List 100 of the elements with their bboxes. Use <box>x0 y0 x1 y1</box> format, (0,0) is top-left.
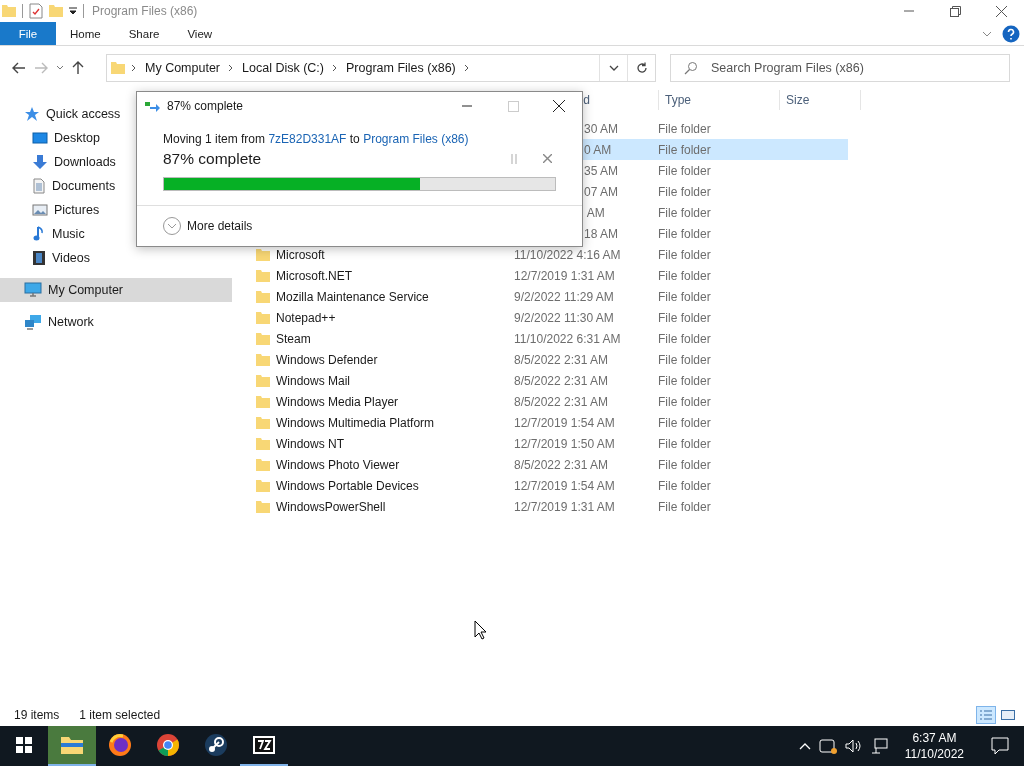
minimize-icon <box>462 105 472 107</box>
maximize-icon <box>507 100 519 112</box>
dropdown-icon[interactable] <box>69 7 77 15</box>
file-name: Windows Multimedia Platform <box>276 415 435 430</box>
file-row[interactable]: Microsoft.NET 12/7/2019 1:31 AM File folder <box>250 265 848 286</box>
folder-icon <box>256 353 270 366</box>
date-modified: 12/7/2019 1:54 AM <box>514 415 615 430</box>
file-type: File folder <box>658 310 711 325</box>
progress-label: 87% complete <box>163 150 262 168</box>
pause-icon <box>511 154 517 164</box>
source-link[interactable]: 7zE82D331AF <box>268 132 347 146</box>
help-icon[interactable] <box>1002 24 1020 43</box>
file-row[interactable]: Windows Multimedia Platform 12/7/2019 1:54 AM File folder <box>250 412 848 433</box>
folder-icon <box>60 735 84 755</box>
close-icon <box>543 154 552 163</box>
date-modified: 12/7/2019 1:54 AM <box>514 478 615 493</box>
file-row[interactable]: Notepad++ 9/2/2022 11:30 AM File folder <box>250 307 848 328</box>
file-name: Windows Mail <box>276 373 350 388</box>
expand-icon <box>163 217 181 235</box>
date-modified: AM <box>585 205 605 220</box>
move-message: Moving 1 item from 7zE82D331AF to Program Files (x86) <box>163 132 470 146</box>
network-icon[interactable] <box>870 738 889 754</box>
file-row[interactable]: WindowsPowerShell 12/7/2019 1:31 AM File folder <box>250 496 848 517</box>
file-type: File folder <box>658 142 711 157</box>
document-icon <box>32 178 46 194</box>
up-button[interactable] <box>70 59 86 77</box>
file-type: File folder <box>658 394 711 409</box>
volume-icon[interactable] <box>844 738 863 754</box>
file-row[interactable]: Microsoft 11/10/2022 4:16 AM File folder <box>250 244 848 265</box>
column-header[interactable]: Size <box>780 90 860 110</box>
folder-icon <box>256 500 270 513</box>
folder-icon <box>256 269 270 282</box>
file-type: File folder <box>658 289 711 304</box>
file-name: Windows Portable Devices <box>276 478 419 493</box>
cancel-button[interactable] <box>543 154 552 164</box>
file-type: File folder <box>658 499 711 514</box>
breadcrumb[interactable]: Local Disk (C:) <box>240 61 326 75</box>
file-name: Windows Defender <box>276 352 378 367</box>
file-type: File folder <box>658 352 711 367</box>
destination-link[interactable]: Program Files (x86) <box>363 132 469 146</box>
windows-icon <box>16 737 32 753</box>
move-icon <box>145 100 161 112</box>
back-arrow-icon <box>12 62 26 74</box>
file-row[interactable]: Windows NT 12/7/2019 1:50 AM File folder <box>250 433 848 454</box>
file-name: Microsoft <box>276 247 325 262</box>
file-row[interactable]: Windows Media Player 8/5/2022 2:31 AM File folder <box>250 391 848 412</box>
download-icon <box>32 154 48 170</box>
ribbon-tab[interactable]: Home <box>56 22 115 45</box>
pictures-icon <box>32 203 48 217</box>
browser-icon <box>108 733 132 757</box>
folder-icon <box>256 374 270 387</box>
nav-item[interactable]: Videos <box>0 246 232 270</box>
back-button[interactable] <box>10 60 28 76</box>
file-row[interactable]: Mozilla Maintenance Service 9/2/2022 11:29 AM File folder <box>250 286 848 307</box>
chevron-up-icon[interactable] <box>798 742 811 750</box>
file-type: File folder <box>658 247 711 262</box>
chevron-icon[interactable] <box>982 30 992 37</box>
breadcrumb[interactable]: My Computer <box>143 61 223 75</box>
refresh-icon <box>635 62 648 74</box>
ribbon-tab[interactable]: View <box>173 22 227 45</box>
date-modified: 35 AM <box>584 163 619 178</box>
folder-icon <box>111 62 125 74</box>
file-menu-button[interactable]: File <box>0 22 56 45</box>
file-name: Microsoft.NET <box>276 268 352 283</box>
chevron-icon <box>228 64 235 72</box>
music-note-icon <box>32 226 46 242</box>
search-field[interactable]: Search Program Files (x86) <box>670 54 1010 82</box>
clock[interactable]: 6:37 AM 11/10/2022 <box>896 730 972 762</box>
file-type: File folder <box>658 457 711 472</box>
column-header[interactable]: d <box>250 90 658 110</box>
file-row[interactable]: Windows Portable Devices 12/7/2019 1:54 AM File folder <box>250 475 848 496</box>
film-icon <box>32 250 46 266</box>
chevron-icon[interactable] <box>463 64 470 72</box>
folder-icon <box>256 437 270 450</box>
breadcrumb[interactable]: Program Files (x86) <box>344 61 458 75</box>
desktop-icon <box>32 131 48 145</box>
nav-item[interactable]: My Computer <box>0 278 232 302</box>
column-header[interactable]: Type <box>659 90 779 110</box>
nav-item[interactable]: Network <box>0 310 232 334</box>
file-row[interactable]: Steam 11/10/2022 6:31 AM File folder <box>250 328 848 349</box>
file-type: File folder <box>658 436 711 451</box>
file-row[interactable]: Windows Defender 8/5/2022 2:31 AM File folder <box>250 349 848 370</box>
file-name: Windows Media Player <box>276 394 399 409</box>
large-icons-view-icon <box>1001 709 1015 721</box>
ribbon-tab[interactable]: Share <box>114 22 174 45</box>
file-type: File folder <box>658 205 711 220</box>
file-type: File folder <box>658 331 711 346</box>
file-name: WindowsPowerShell <box>276 499 386 514</box>
date-modified: 8/5/2022 2:31 AM <box>514 457 609 472</box>
file-row[interactable]: Windows Mail 8/5/2022 2:31 AM File folder <box>250 370 848 391</box>
file-type: File folder <box>658 184 711 199</box>
close-icon <box>553 100 565 112</box>
date-modified: 8/5/2022 2:31 AM <box>514 352 609 367</box>
item-count: 19 items <box>14 708 60 722</box>
close-icon <box>995 5 1007 17</box>
file-row[interactable]: Windows Photo Viewer 8/5/2022 2:31 AM File folder <box>250 454 848 475</box>
address-bar[interactable]: My Computer Local Disk (C:) Program Files (x86) <box>106 54 656 82</box>
properties-icon[interactable] <box>29 3 43 19</box>
selection-count: 1 item selected <box>79 708 161 722</box>
nav-item[interactable]: Documents <box>0 174 232 198</box>
